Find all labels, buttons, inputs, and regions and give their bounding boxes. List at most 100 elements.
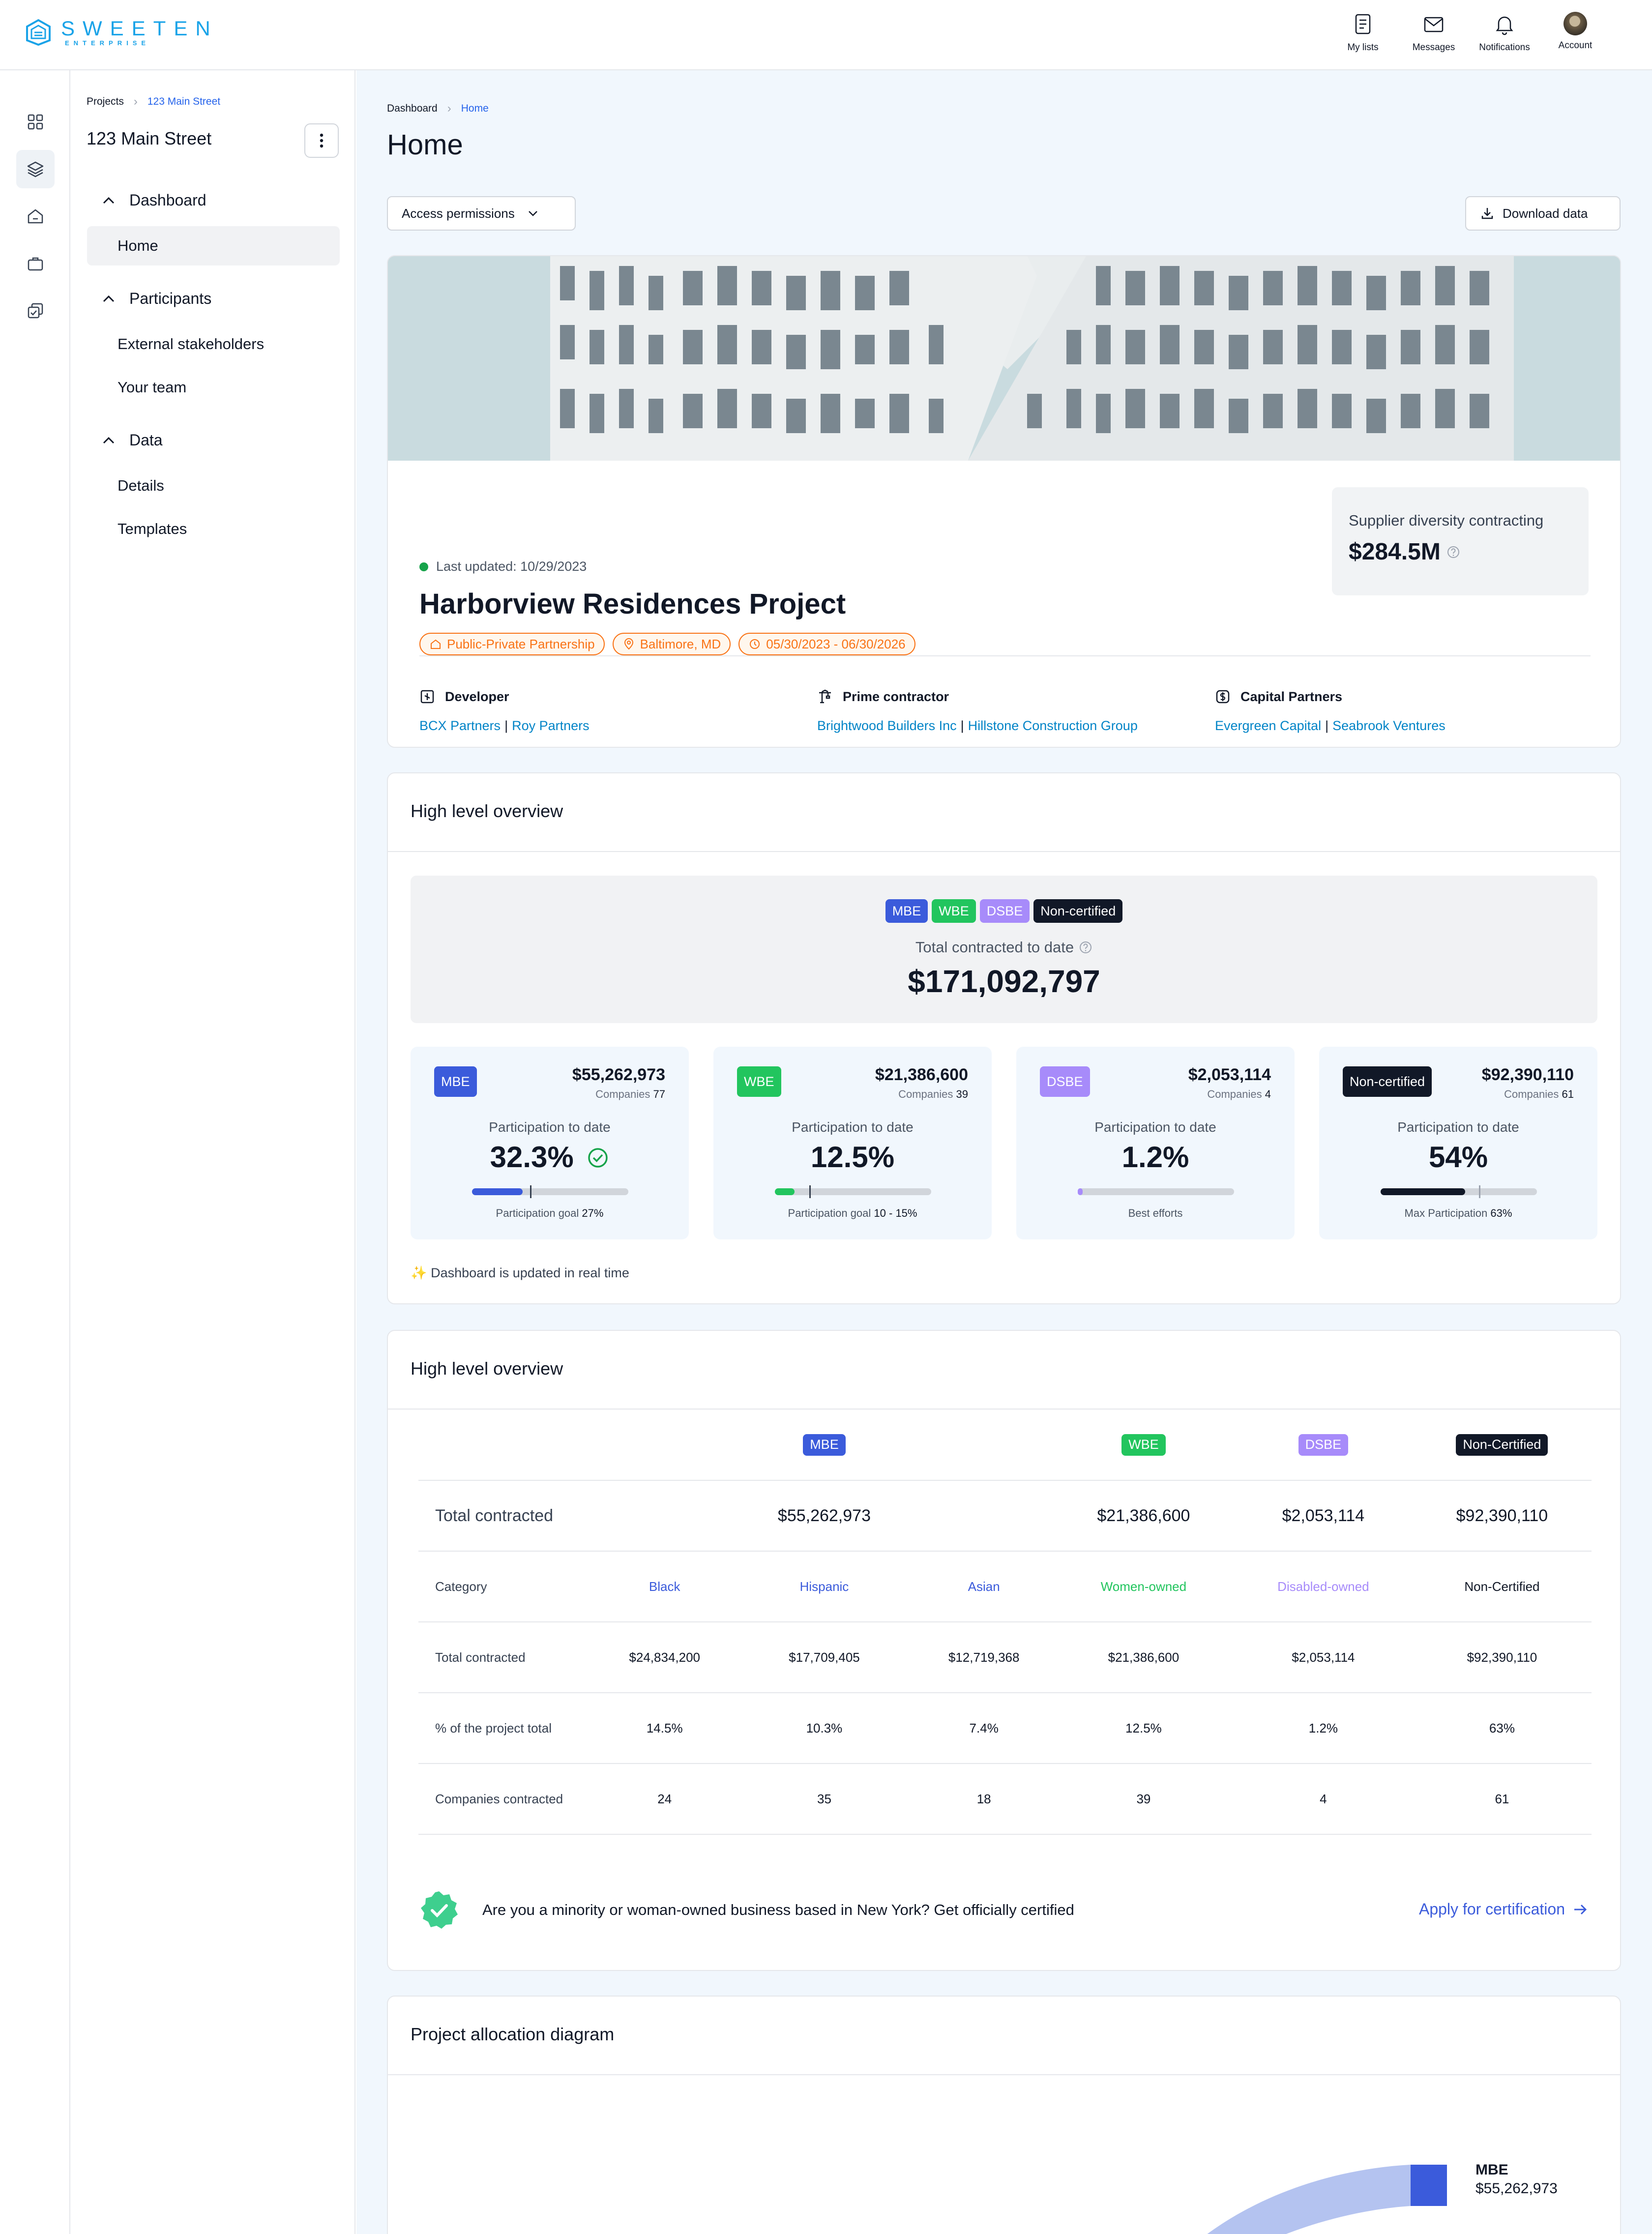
breadcrumb-dashboard-link[interactable]: Dashboard — [387, 103, 438, 115]
brand-logo[interactable]: SWEETEN ENTERPRISE — [26, 18, 218, 47]
home-icon — [28, 209, 43, 224]
tag-location: Baltimore, MD — [612, 633, 731, 655]
download-data-button[interactable]: Download data — [1465, 196, 1621, 231]
layers-icon — [27, 161, 44, 177]
chevron-up-icon — [103, 197, 115, 204]
goal-text: Max Participation 63% — [1319, 1207, 1597, 1220]
project-tags: Public-Private Partnership Baltimore, MD… — [419, 633, 923, 655]
goal-label: Participation goal — [788, 1207, 871, 1219]
overview-table-card: High level overview MBE WBE DSBE Non-Cer… — [387, 1330, 1621, 1971]
apply-certification-link[interactable]: Apply for certification — [1419, 1900, 1589, 1918]
developer-link[interactable]: Roy Partners — [512, 718, 590, 733]
sidebar-item-label: Templates — [118, 520, 187, 537]
breadcrumb-current[interactable]: Home — [461, 103, 489, 115]
breadcrumb-projects-link[interactable]: Projects — [87, 96, 124, 108]
table-cell: $17,709,405 — [734, 1622, 915, 1693]
table-cell: 35 — [734, 1764, 915, 1835]
table-cell: $92,390,110 — [1412, 1622, 1592, 1693]
prime-contractor-label: Prime contractor — [843, 689, 949, 704]
mbe-badge: MBE — [434, 1066, 477, 1097]
sidebar-item-templates[interactable]: Templates — [87, 509, 340, 549]
table-cell: 7.4% — [914, 1693, 1053, 1764]
chevron-down-icon — [528, 211, 537, 216]
notifications-button[interactable]: Notifications — [1469, 12, 1540, 53]
table-cell: Non-Certified — [1412, 1551, 1592, 1622]
sidebar-group-participants[interactable]: Participants — [101, 290, 211, 308]
participation-value: 1.2% — [1121, 1141, 1189, 1174]
chevron-right-icon: › — [447, 102, 451, 115]
capital-link[interactable]: Seabrook Ventures — [1332, 718, 1446, 733]
allocation-node-value: $55,262,973 — [1475, 2180, 1558, 2197]
download-icon — [1481, 208, 1493, 219]
rail-home-button[interactable] — [16, 197, 55, 235]
grid-icon — [28, 114, 43, 130]
table-row: Companies contracted 24 35 18 39 4 61 — [418, 1764, 1592, 1835]
participation-label: Participation to date — [1397, 1119, 1519, 1135]
access-permissions-dropdown[interactable]: Access permissions — [387, 196, 576, 231]
rail-dashboard-button[interactable] — [16, 103, 55, 141]
developer-link[interactable]: BCX Partners — [419, 718, 501, 733]
stat-companies: Companies 4 — [1207, 1088, 1271, 1101]
sidebar-item-external-stakeholders[interactable]: External stakeholders — [87, 324, 340, 364]
stat-companies: Companies 77 — [595, 1088, 665, 1101]
apply-certification-label: Apply for certification — [1418, 1900, 1565, 1918]
row-label: Category — [418, 1551, 595, 1622]
my-lists-button[interactable]: My lists — [1328, 12, 1398, 53]
capital-partners-links: Evergreen Capital | Seabrook Ventures — [1215, 718, 1446, 733]
table-cell: Non-Certified — [1412, 1410, 1592, 1481]
access-permissions-label: Access permissions — [402, 206, 515, 221]
dsbe-badge: DSBE — [979, 899, 1030, 923]
sidebar-item-details[interactable]: Details — [87, 466, 340, 505]
progress-bar — [775, 1185, 931, 1198]
participation-value: 54% — [1428, 1141, 1488, 1174]
wbe-badge: WBE — [737, 1066, 781, 1097]
check-circle-icon — [588, 1148, 608, 1168]
stat-companies: Companies 39 — [898, 1088, 968, 1101]
account-button[interactable]: Account — [1540, 12, 1611, 53]
non-certified-badge: Non-certified — [1033, 899, 1123, 923]
download-data-label: Download data — [1503, 206, 1588, 221]
table-cell: 18 — [914, 1764, 1053, 1835]
more-options-button[interactable] — [304, 123, 339, 158]
stat-amount: $92,390,110 — [1481, 1065, 1574, 1084]
rail-briefcase-button[interactable] — [16, 244, 55, 283]
sidebar-item-label: External stakeholders — [118, 335, 265, 353]
goal-value: 10 - 15% — [874, 1207, 917, 1219]
sidebar-group-data[interactable]: Data — [101, 431, 163, 449]
prime-contractor-links: Brightwood Builders Inc | Hillstone Constr… — [817, 718, 1138, 733]
rail-documents-button[interactable] — [16, 292, 55, 330]
table-row: Total contracted $24,834,200 $17,709,405… — [418, 1622, 1592, 1693]
table-cell: $12,719,368 — [914, 1622, 1053, 1693]
capital-partners-heading: Capital Partners — [1215, 689, 1608, 705]
dollar-icon — [1216, 690, 1230, 704]
sidebar-group-dashboard[interactable]: Dashboard — [101, 191, 206, 209]
allocation-node[interactable] — [1411, 2165, 1447, 2206]
page-breadcrumb: Dashboard › Home — [387, 102, 489, 116]
group-label: Dashboard — [129, 191, 206, 209]
cta-text: Are you a minority or woman-owned busine… — [482, 1901, 1074, 1918]
help-icon[interactable] — [1079, 941, 1092, 954]
contractor-link[interactable]: Brightwood Builders Inc — [817, 718, 957, 733]
stat-amount: $21,386,600 — [875, 1065, 968, 1084]
table-cell: Asian — [914, 1551, 1053, 1622]
goal-text: Participation goal 27% — [411, 1207, 689, 1220]
companies-label: Companies — [1504, 1088, 1559, 1100]
contractor-link[interactable]: Hillstone Construction Group — [968, 718, 1138, 733]
dsbe-badge: DSBE — [1298, 1434, 1349, 1456]
messages-button[interactable]: Messages — [1398, 12, 1469, 53]
allocation-legend: MBE $55,262,973 — [1475, 2161, 1558, 2198]
table-row: % of the project total 14.5% 10.3% 7.4% … — [418, 1693, 1592, 1764]
help-icon[interactable] — [1446, 545, 1460, 559]
table-cell: Hispanic — [734, 1551, 915, 1622]
table-header-row: MBE WBE DSBE Non-Certified — [418, 1410, 1592, 1481]
sidebar-item-your-team[interactable]: Your team — [87, 368, 340, 407]
capital-partners-label: Capital Partners — [1240, 689, 1343, 704]
group-label: Participants — [129, 290, 212, 307]
badge-row: MBE WBE DSBE Non-certified — [411, 899, 1597, 923]
rail-projects-button[interactable] — [16, 150, 55, 188]
breadcrumb-current[interactable]: 123 Main Street — [148, 96, 220, 108]
goal-marker — [809, 1185, 811, 1198]
sdc-label: Supplier diversity contracting — [1349, 512, 1544, 529]
capital-link[interactable]: Evergreen Capital — [1215, 718, 1321, 733]
sidebar-item-home[interactable]: Home — [87, 226, 340, 265]
